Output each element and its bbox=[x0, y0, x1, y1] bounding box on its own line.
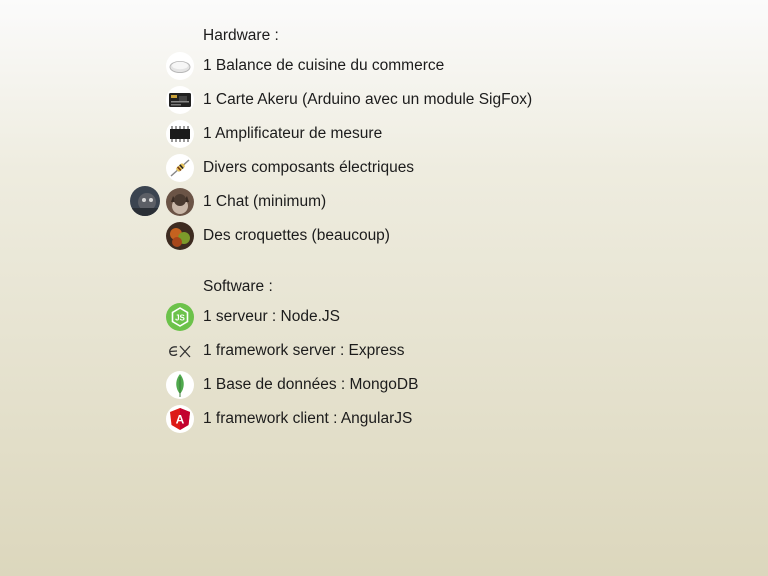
list-item-label: 1 Base de données : MongoDB bbox=[203, 376, 419, 393]
list-item-board: 1 Carte Akeru (Arduino avec un module Si… bbox=[166, 85, 532, 115]
list-item-mongodb: 1 Base de données : MongoDB bbox=[166, 370, 418, 400]
list-item-label: 1 serveur : Node.JS bbox=[203, 308, 340, 325]
list-item-label: 1 Chat (minimum) bbox=[203, 193, 327, 210]
list-item-label: 1 framework server : Express bbox=[203, 342, 405, 359]
list-item-nodejs: JS 1 serveur : Node.JS bbox=[166, 302, 340, 332]
list-item-amplifier: 1 Amplificateur de mesure bbox=[166, 119, 382, 149]
list-item-scale: 1 Balance de cuisine du commerce bbox=[166, 51, 444, 81]
cat-icon bbox=[166, 188, 194, 216]
list-item-label: 1 Carte Akeru (Arduino avec un module Si… bbox=[203, 91, 533, 108]
slide: Hardware : 1 Balance de cuisine du comme… bbox=[0, 0, 768, 576]
list-item-components: Divers composants électriques bbox=[166, 153, 414, 183]
angularjs-icon: A bbox=[166, 405, 194, 433]
list-item-label: Des croquettes (beaucoup) bbox=[203, 227, 390, 244]
svg-text:JS: JS bbox=[175, 314, 185, 323]
express-icon bbox=[166, 337, 194, 365]
resistor-icon bbox=[166, 154, 194, 182]
nodejs-icon: JS bbox=[166, 303, 194, 331]
list-item-label: 1 framework client : AngularJS bbox=[203, 410, 413, 427]
list-item-label: Divers composants électriques bbox=[203, 159, 415, 176]
list-item-label: 1 Amplificateur de mesure bbox=[203, 125, 383, 142]
cat-photo-icon bbox=[130, 186, 160, 216]
hardware-heading: Hardware : bbox=[203, 27, 279, 44]
list-item-label: 1 Balance de cuisine du commerce bbox=[203, 57, 445, 74]
software-heading: Software : bbox=[203, 278, 273, 295]
mongodb-icon bbox=[166, 371, 194, 399]
arduino-board-icon bbox=[166, 86, 194, 114]
svg-text:A: A bbox=[176, 413, 185, 427]
list-item-croquettes: Des croquettes (beaucoup) bbox=[166, 221, 390, 251]
list-item-express: 1 framework server : Express bbox=[166, 336, 405, 366]
list-item-cat: 1 Chat (minimum) bbox=[166, 187, 326, 217]
list-item-angular: A 1 framework client : AngularJS bbox=[166, 404, 412, 434]
croquettes-icon bbox=[166, 222, 194, 250]
chip-icon bbox=[166, 120, 194, 148]
kitchen-scale-icon bbox=[166, 52, 194, 80]
